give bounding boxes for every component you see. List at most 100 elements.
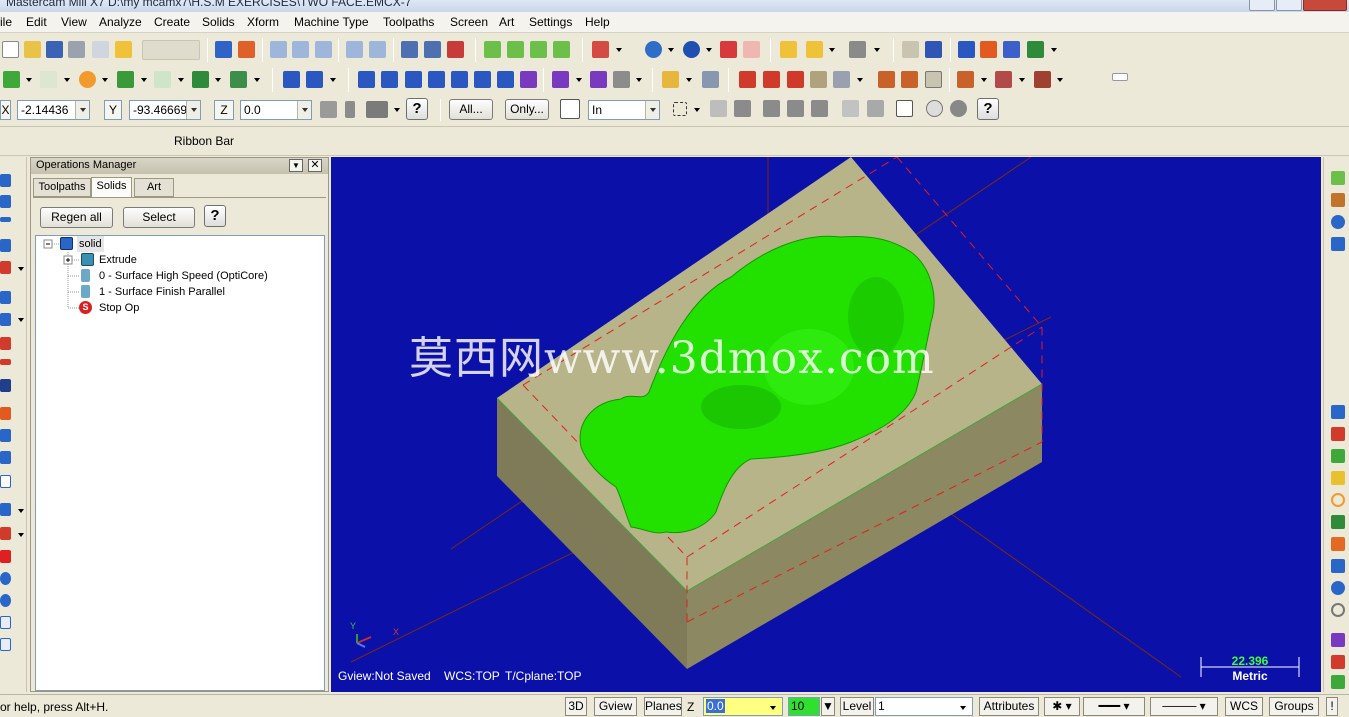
machine-icon[interactable] [1034,71,1051,88]
panel-menu-chevron-icon[interactable]: ▼ [289,159,303,172]
tree-item-extrude[interactable]: Extrude [99,252,137,268]
analyze-distance-icon[interactable] [806,41,823,58]
tab-solids[interactable]: Solids [91,177,132,197]
menu-machine-type[interactable]: Machine Type [294,15,369,29]
bracket-icon[interactable] [787,71,804,88]
close-button[interactable] [1303,0,1347,11]
transform-icon[interactable] [958,41,975,58]
attributes-button[interactable]: Attributes [979,697,1039,716]
verify-icon[interactable] [447,41,464,58]
chain-icon[interactable] [925,41,942,58]
groups-button[interactable]: Groups [1269,697,1319,716]
zoom-window-icon[interactable] [270,41,287,58]
zoom-target-icon[interactable] [292,41,309,58]
cancel-icon[interactable] [1331,603,1345,617]
analyze-icon[interactable] [780,41,797,58]
edge-select-icon[interactable] [787,100,804,117]
color-field[interactable]: 10 [788,697,820,716]
highlight-icon[interactable] [662,71,679,88]
corner-icon[interactable] [1331,515,1345,529]
select-only-button[interactable]: Only... [505,99,549,120]
grid-icon[interactable] [739,71,756,88]
menu-analyze[interactable]: Analyze [99,15,142,29]
select-help-button[interactable]: ? [977,98,999,120]
solid-extrude-icon[interactable] [0,174,11,187]
chevron-down-icon[interactable] [616,48,622,52]
autocursor-config-icon[interactable] [366,101,388,118]
print-icon[interactable] [68,41,85,58]
delete-entities-icon[interactable] [849,41,866,58]
verify-select-icon[interactable] [710,100,727,117]
plot-icon[interactable] [401,41,418,58]
menu-screen[interactable]: Screen [450,15,488,29]
create-line-icon[interactable] [40,71,57,88]
chevron-down-icon[interactable] [141,78,147,82]
y-coord-field[interactable]: -93.46669 [129,100,201,120]
chevron-down-icon[interactable] [102,78,108,82]
menu-xform[interactable]: Xform [247,15,279,29]
help-button[interactable]: ? [406,98,428,120]
xform-stretch-icon[interactable] [520,71,537,88]
right-view-icon[interactable] [553,41,570,58]
globe-solid-icon[interactable] [0,572,11,585]
circle-icon[interactable] [1331,493,1345,507]
chevron-down-icon[interactable] [694,108,700,112]
xform-mirror-icon[interactable] [381,71,398,88]
chevron-down-icon[interactable] [178,78,184,82]
stock-icon[interactable] [833,71,850,88]
new-icon[interactable] [2,41,19,58]
top-view-icon[interactable] [507,41,524,58]
wire-cube-icon[interactable] [0,616,11,629]
repaint-icon[interactable] [238,41,255,58]
chevron-down-icon[interactable] [18,509,24,513]
chevron-down-icon[interactable] [64,78,70,82]
exclamation-button[interactable]: ! [1326,697,1338,716]
menu-create[interactable]: Create [154,15,190,29]
chevron-down-icon[interactable] [215,78,221,82]
zoom-in-icon[interactable] [315,41,332,58]
face-select-icon[interactable] [763,100,780,117]
menu-file[interactable]: ile [0,15,12,29]
solid-sweep-icon[interactable] [0,217,11,222]
maximize-button[interactable] [1276,0,1302,11]
whats-this-icon[interactable] [902,41,919,58]
blue-solid-icon[interactable] [1331,559,1345,573]
chevron-down-icon[interactable] [981,78,987,82]
chevron-down-icon[interactable] [186,101,200,119]
cylinder-icon[interactable] [230,71,247,88]
unzoom-icon[interactable] [346,41,363,58]
hatch-icon[interactable] [613,71,630,88]
thicken-icon[interactable] [0,379,11,392]
minimize-button[interactable] [1249,0,1275,11]
chevron-down-icon[interactable] [75,101,89,119]
point-style-dropdown[interactable]: ✱ ▾ [1044,697,1080,716]
shell-icon[interactable] [0,291,11,304]
print-preview-icon[interactable] [92,41,109,58]
floating-toolbar-handle[interactable] [1112,73,1128,81]
chevron-down-icon[interactable] [330,78,336,82]
chevron-down-icon[interactable] [874,48,880,52]
cube-view-icon[interactable] [592,41,609,58]
plus-icon[interactable] [1331,449,1345,463]
wcs-button[interactable]: WCS [1225,697,1263,716]
trim-icon[interactable] [283,71,300,88]
chevron-down-icon[interactable] [394,108,400,112]
layout-icon[interactable] [0,429,11,442]
solid-shade-icon[interactable] [720,41,737,58]
3d-button[interactable]: 3D [565,697,587,716]
loop-select-icon[interactable] [811,100,828,117]
x-coord-field[interactable]: -2.14436 [17,100,90,120]
tree-item-solid[interactable]: solid [77,236,104,252]
red-tool-icon[interactable] [1331,655,1345,669]
fillet-icon[interactable] [154,71,171,88]
globe-icon[interactable] [1331,215,1345,229]
purple-tool-icon[interactable] [1331,633,1345,647]
sphere-select-icon[interactable] [950,100,967,117]
trim-solid-icon[interactable] [0,359,11,365]
units-select[interactable]: In [588,100,660,120]
chevron-down-icon[interactable] [645,101,659,119]
solid-table-icon[interactable] [0,503,11,516]
verify-check-icon[interactable] [896,100,913,117]
tree-item-stop-op[interactable]: Stop Op [99,300,139,316]
chevron-down-icon[interactable] [686,78,692,82]
